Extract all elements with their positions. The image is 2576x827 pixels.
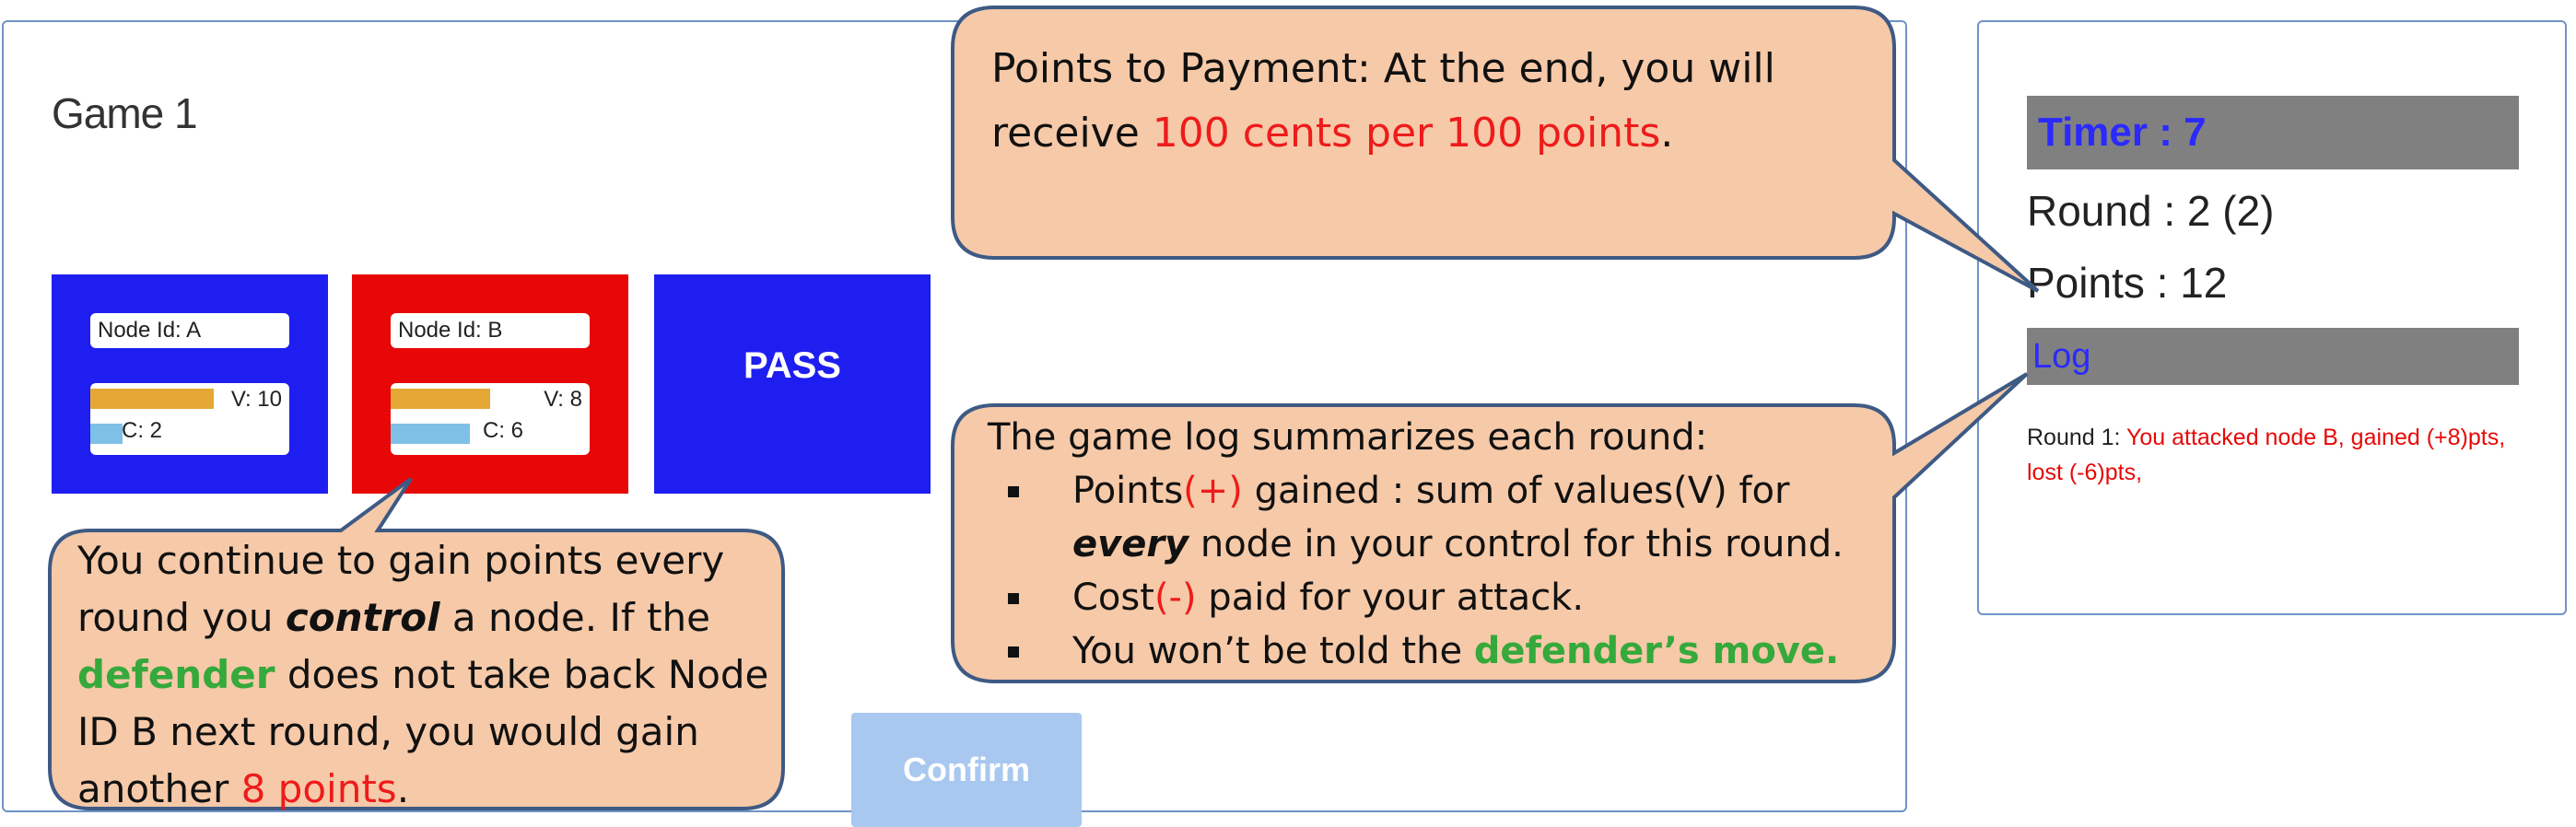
log-callout-item-points: Points(+) gained : sum of values(V) for …	[988, 464, 1872, 571]
callout-log-text: The game log summarizes each round: Poin…	[988, 411, 1872, 678]
points-highlight: 8 points	[240, 766, 397, 811]
status-panel: Timer : 7 Round : 2 (2) Points : 12 Log …	[1977, 20, 2567, 615]
item-text: You won’t be told the	[1072, 630, 1474, 672]
node-id-label: Node Id: B	[391, 313, 590, 348]
log-callout-item-defender: You won’t be told the defender’s move.	[988, 624, 1872, 678]
payment-rate-highlight: 100 cents per 100 points	[1152, 110, 1661, 157]
callout-control-text: You continue to gain points every round …	[77, 532, 778, 818]
pass-button[interactable]: PASS	[654, 274, 931, 494]
node-id-label: Node Id: A	[90, 313, 289, 348]
value-label: V: 10	[230, 387, 282, 412]
node-a-card[interactable]: Node Id: A V: 10 C: 2	[52, 274, 328, 494]
log-callout-item-cost: Cost(-) paid for your attack.	[988, 571, 1872, 624]
confirm-button[interactable]: Confirm	[851, 713, 1082, 827]
item-text: gained : sum of values(V) for	[1242, 470, 1790, 512]
cost-label: C: 2	[122, 418, 163, 443]
control-text: a node. If the	[439, 595, 710, 640]
defender-move-highlight: defender’s move.	[1473, 630, 1840, 672]
item-text: paid for your attack.	[1196, 577, 1585, 619]
log-header: Log	[2027, 328, 2519, 385]
node-bars: V: 8 C: 6	[391, 383, 590, 455]
log-callout-list: Points(+) gained : sum of values(V) for …	[988, 464, 1872, 678]
control-text-end: .	[396, 766, 410, 811]
minus-sign: (-)	[1153, 577, 1197, 619]
node-b-card[interactable]: Node Id: B V: 8 C: 6	[352, 274, 628, 494]
game-title: Game 1	[52, 89, 198, 137]
value-bar	[391, 389, 490, 409]
item-text: Cost	[1072, 577, 1154, 619]
emphasis-text: every	[1072, 523, 1189, 565]
log-callout-intro: The game log summarizes each round:	[988, 416, 1708, 459]
cost-label: C: 6	[483, 418, 524, 443]
callout-payment-text: Points to Payment: At the end, you will …	[991, 37, 1876, 166]
payment-text-end: .	[1660, 110, 1674, 157]
cost-bar	[391, 424, 471, 444]
value-bar	[90, 389, 214, 409]
log-entry: Round 1: You attacked node B, gained (+8…	[2027, 420, 2524, 490]
item-text: node in your control for this round.	[1188, 523, 1844, 565]
node-bars: V: 10 C: 2	[90, 383, 289, 455]
log-entry-prefix: Round 1:	[2027, 425, 2126, 450]
value-label: V: 8	[544, 387, 582, 412]
item-text: Points	[1072, 470, 1184, 512]
defender-highlight: defender	[77, 652, 275, 697]
round-display: Round : 2 (2)	[2027, 187, 2275, 235]
timer-display: Timer : 7	[2027, 96, 2519, 169]
emphasis-text: control	[285, 595, 440, 640]
cost-bar	[90, 424, 123, 444]
plus-sign: (+)	[1183, 470, 1243, 512]
points-display: Points : 12	[2027, 259, 2228, 307]
